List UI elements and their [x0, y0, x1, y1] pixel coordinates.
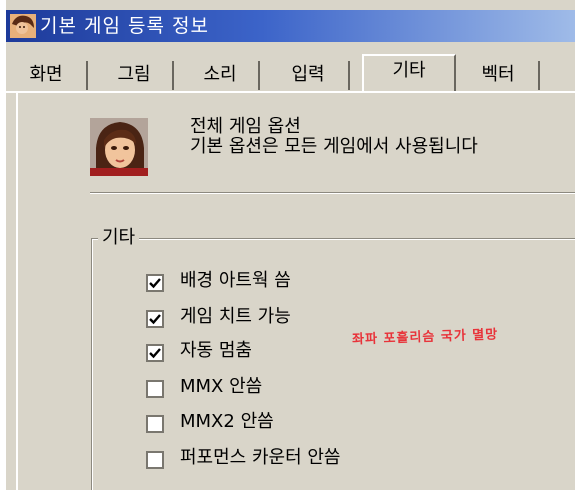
checkbox[interactable] — [146, 274, 164, 292]
tab-display[interactable]: 화면 — [6, 61, 88, 90]
tab-label: 그림 — [117, 64, 151, 85]
checkmark-icon — [149, 314, 161, 325]
checkmark-icon — [149, 348, 161, 359]
checkbox[interactable] — [146, 310, 164, 328]
separator-highlight — [90, 193, 575, 194]
checkbox[interactable] — [146, 451, 164, 469]
checkbox[interactable] — [146, 380, 164, 398]
option-label: 배경 아트웍 씀 — [180, 270, 291, 291]
tab-sound[interactable]: 소리 — [182, 61, 260, 90]
panel-border — [16, 93, 18, 490]
tab-label: 벡터 — [481, 64, 515, 85]
tab-label: 화면 — [29, 64, 63, 85]
options-description: 기본 옵션은 모든 게임에서 사용됩니다 — [190, 136, 478, 157]
checkbox[interactable] — [146, 415, 164, 433]
character-portrait-icon — [10, 14, 36, 48]
tab-label: 기타 — [392, 60, 426, 81]
dialog-window: 기본 게임 등록 정보 화면 그림 소리 입력 기타 벡터 전체 게임 옵션 기… — [6, 0, 575, 490]
option-label: 자동 멈춤 — [180, 340, 252, 361]
options-title: 전체 게임 옵션 — [190, 116, 301, 137]
groupbox-label: 기타 — [98, 226, 140, 250]
option-label: 퍼포먼스 카운터 안씀 — [180, 447, 341, 468]
title-bar[interactable]: 기본 게임 등록 정보 — [6, 10, 575, 42]
tab-picture[interactable]: 그림 — [96, 61, 174, 90]
tab-label: 소리 — [203, 64, 237, 85]
tab-label: 입력 — [291, 64, 325, 85]
tab-misc[interactable]: 기타 — [362, 54, 456, 91]
tab-vector[interactable]: 벡터 — [458, 61, 540, 90]
option-label: MMX 안씀 — [180, 376, 263, 397]
window-title: 기본 게임 등록 정보 — [40, 15, 209, 37]
character-portrait-icon — [90, 118, 148, 176]
tab-input[interactable]: 입력 — [268, 61, 350, 90]
tab-divider — [6, 91, 575, 93]
checkmark-icon — [149, 278, 161, 289]
checkbox[interactable] — [146, 344, 164, 362]
option-label: 게임 치트 가능 — [180, 306, 291, 327]
option-label: MMX2 안씀 — [180, 411, 274, 432]
tab-strip: 화면 그림 소리 입력 기타 벡터 — [6, 54, 575, 94]
